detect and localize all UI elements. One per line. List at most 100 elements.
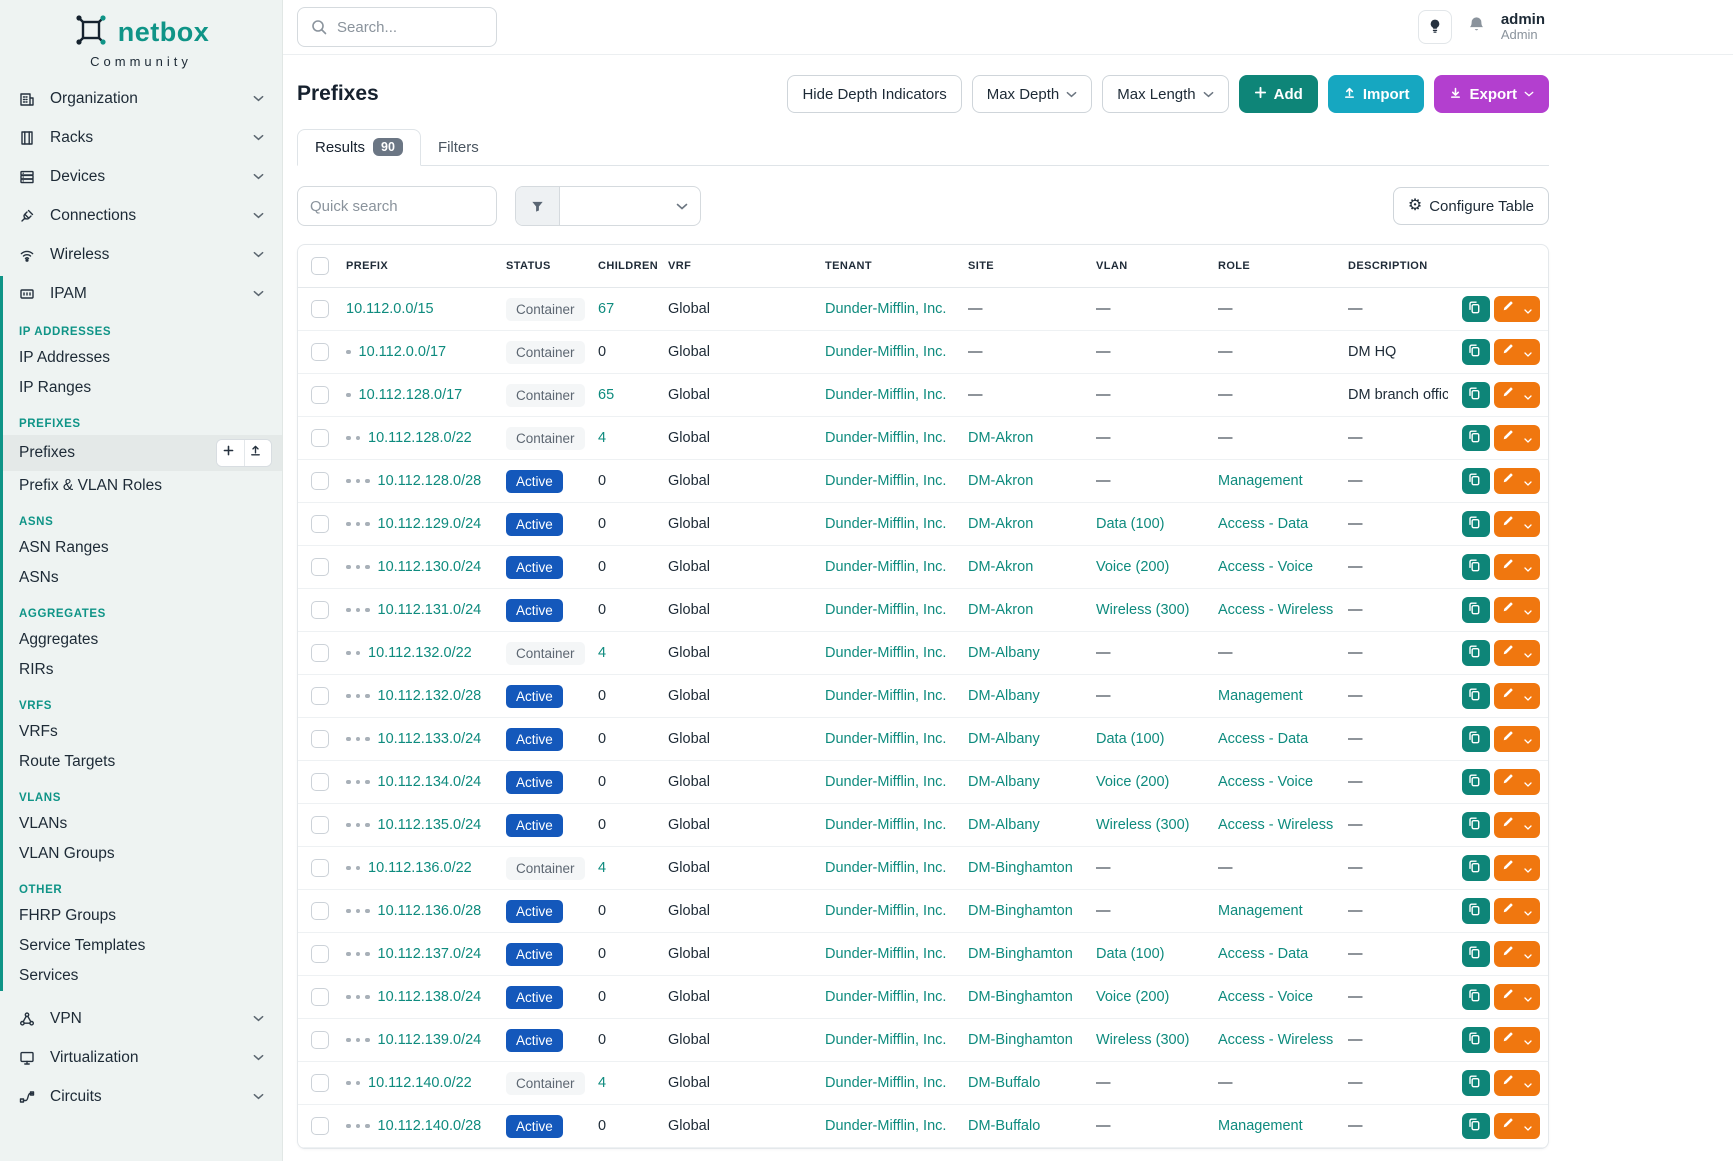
site-link[interactable]: DM-Albany [968, 645, 1040, 661]
edit-button[interactable] [1494, 855, 1540, 881]
site-link[interactable]: DM-Akron [968, 602, 1033, 618]
copy-button[interactable] [1462, 339, 1490, 365]
tab-filters[interactable]: Filters [421, 129, 496, 166]
site-link[interactable]: DM-Buffalo [968, 1118, 1040, 1134]
role-link[interactable]: Management [1218, 688, 1303, 704]
tenant-link[interactable]: Dunder-Mifflin, Inc. [825, 860, 946, 876]
sidebar-item-circuits[interactable]: Circuits [0, 1079, 282, 1114]
edit-button[interactable] [1494, 726, 1540, 752]
edit-button[interactable] [1494, 382, 1540, 408]
sidebar-item-vpn[interactable]: VPN [0, 1001, 282, 1036]
sidebar-item-ipam[interactable]: IPAM [3, 276, 282, 311]
tenant-link[interactable]: Dunder-Mifflin, Inc. [825, 1075, 946, 1091]
sidebar-item-prefix-vlan-roles[interactable]: Prefix & VLAN Roles [3, 471, 282, 501]
row-checkbox[interactable] [311, 945, 329, 963]
row-checkbox[interactable] [311, 300, 329, 318]
tenant-link[interactable]: Dunder-Mifflin, Inc. [825, 645, 946, 661]
prefix-link[interactable]: 10.112.128.0/22 [368, 430, 472, 446]
add-button[interactable]: Add [1239, 75, 1318, 113]
prefix-link[interactable]: 10.112.138.0/24 [378, 989, 482, 1005]
edit-button[interactable] [1494, 554, 1540, 580]
prefix-link[interactable]: 10.112.136.0/22 [368, 860, 472, 876]
sidebar-item-service-templates[interactable]: Service Templates [3, 931, 282, 961]
column-header-children[interactable]: CHILDREN [590, 245, 660, 288]
tenant-link[interactable]: Dunder-Mifflin, Inc. [825, 817, 946, 833]
site-link[interactable]: DM-Binghamton [968, 903, 1073, 919]
global-search[interactable] [297, 7, 497, 47]
edit-button[interactable] [1494, 812, 1540, 838]
sidebar-item-prefixes[interactable]: Prefixes [3, 435, 282, 471]
row-checkbox[interactable] [311, 343, 329, 361]
row-checkbox[interactable] [311, 558, 329, 576]
vlan-link[interactable]: Voice (200) [1096, 559, 1169, 575]
edit-button[interactable] [1494, 941, 1540, 967]
vlan-link[interactable]: Wireless (300) [1096, 817, 1189, 833]
edit-button[interactable] [1494, 1027, 1540, 1053]
role-link[interactable]: Management [1218, 903, 1303, 919]
copy-button[interactable] [1462, 511, 1490, 537]
tenant-link[interactable]: Dunder-Mifflin, Inc. [825, 473, 946, 489]
row-checkbox[interactable] [311, 644, 329, 662]
quick-search-input[interactable] [297, 186, 497, 226]
sidebar-item-asns[interactable]: ASNs [3, 563, 282, 593]
copy-button[interactable] [1462, 382, 1490, 408]
edit-button[interactable] [1494, 296, 1540, 322]
copy-button[interactable] [1462, 683, 1490, 709]
edit-button[interactable] [1494, 511, 1540, 537]
row-checkbox[interactable] [311, 773, 329, 791]
role-link[interactable]: Access - Data [1218, 731, 1308, 747]
row-checkbox[interactable] [311, 1031, 329, 1049]
sidebar-item-ip-addresses[interactable]: IP Addresses [3, 343, 282, 373]
vlan-link[interactable]: Data (100) [1096, 516, 1165, 532]
max-length-dropdown[interactable]: Max Length [1102, 75, 1228, 113]
copy-button[interactable] [1462, 468, 1490, 494]
site-link[interactable]: DM-Albany [968, 774, 1040, 790]
edit-button[interactable] [1494, 683, 1540, 709]
prefix-link[interactable]: 10.112.0.0/17 [359, 344, 447, 360]
tenant-link[interactable]: Dunder-Mifflin, Inc. [825, 387, 946, 403]
site-link[interactable]: DM-Binghamton [968, 989, 1073, 1005]
row-checkbox[interactable] [311, 601, 329, 619]
prefix-link[interactable]: 10.112.137.0/24 [378, 946, 482, 962]
copy-button[interactable] [1462, 1070, 1490, 1096]
role-link[interactable]: Access - Data [1218, 946, 1308, 962]
site-link[interactable]: DM-Akron [968, 559, 1033, 575]
edit-button[interactable] [1494, 1070, 1540, 1096]
sidebar-item-services[interactable]: Services [3, 961, 282, 991]
sidebar-item-asn-ranges[interactable]: ASN Ranges [3, 533, 282, 563]
column-header-prefix[interactable]: PREFIX [338, 245, 498, 288]
row-checkbox[interactable] [311, 687, 329, 705]
site-link[interactable]: DM-Albany [968, 731, 1040, 747]
site-link[interactable]: DM-Albany [968, 817, 1040, 833]
edit-button[interactable] [1494, 984, 1540, 1010]
site-link[interactable]: DM-Akron [968, 473, 1033, 489]
role-link[interactable]: Access - Voice [1218, 989, 1313, 1005]
vlan-link[interactable]: Wireless (300) [1096, 602, 1189, 618]
tab-results[interactable]: Results 90 [297, 129, 421, 166]
copy-button[interactable] [1462, 984, 1490, 1010]
copy-button[interactable] [1462, 855, 1490, 881]
tenant-link[interactable]: Dunder-Mifflin, Inc. [825, 344, 946, 360]
saved-filter-select[interactable] [560, 187, 700, 225]
prefix-link[interactable]: 10.112.132.0/28 [378, 688, 482, 704]
vlan-link[interactable]: Wireless (300) [1096, 1032, 1189, 1048]
configure-table-button[interactable]: ⚙ Configure Table [1393, 187, 1549, 225]
import-button[interactable] [244, 440, 271, 466]
tenant-link[interactable]: Dunder-Mifflin, Inc. [825, 774, 946, 790]
sidebar-item-vlans[interactable]: VLANs [3, 809, 282, 839]
prefix-link[interactable]: 10.112.140.0/22 [368, 1075, 472, 1091]
prefix-link[interactable]: 10.112.139.0/24 [378, 1032, 482, 1048]
add-button[interactable] [217, 440, 244, 466]
copy-button[interactable] [1462, 425, 1490, 451]
column-header-status[interactable]: STATUS [498, 245, 590, 288]
column-header-vrf[interactable]: VRF [660, 245, 817, 288]
tenant-link[interactable]: Dunder-Mifflin, Inc. [825, 430, 946, 446]
row-checkbox[interactable] [311, 1117, 329, 1135]
tenant-link[interactable]: Dunder-Mifflin, Inc. [825, 516, 946, 532]
prefix-link[interactable]: 10.112.132.0/22 [368, 645, 472, 661]
vlan-link[interactable]: Voice (200) [1096, 989, 1169, 1005]
copy-button[interactable] [1462, 640, 1490, 666]
children-count[interactable]: 4 [598, 645, 606, 661]
sidebar-item-ip-ranges[interactable]: IP Ranges [3, 373, 282, 403]
prefix-link[interactable]: 10.112.0.0/15 [346, 301, 434, 317]
